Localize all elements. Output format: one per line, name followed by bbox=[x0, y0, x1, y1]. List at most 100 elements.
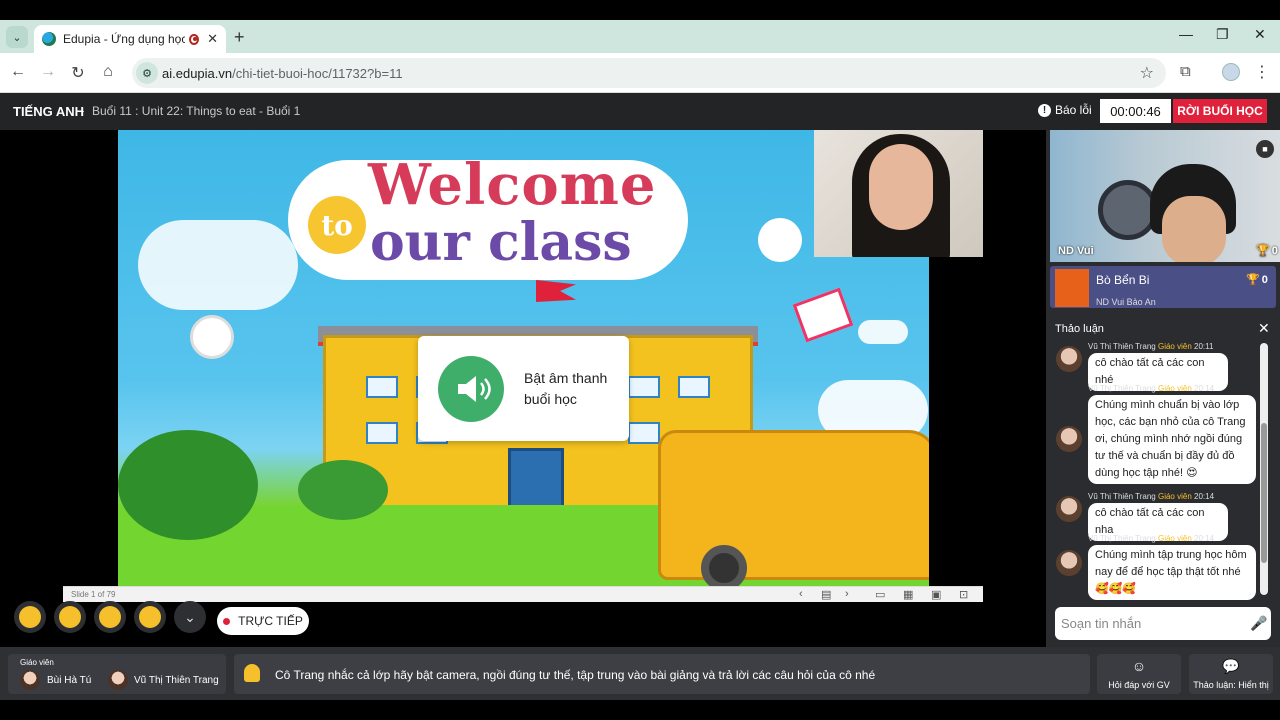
student-face bbox=[1162, 196, 1226, 262]
teacher1-avatar bbox=[20, 670, 40, 690]
live-label: TRỰC TIẾP bbox=[238, 614, 303, 628]
discussion-toggle-button[interactable]: 💬 Thảo luận: Hiển thị bbox=[1189, 654, 1273, 694]
prev-slide-icon[interactable]: ‹ bbox=[799, 588, 803, 600]
slide-controls-bar: Slide 1 of 79 ‹ ▤ › ▭ ▦ ▣ ⊡ bbox=[63, 586, 983, 602]
browser-tab-edupia[interactable]: Edupia - Ứng dụng học Tiế ✕ bbox=[34, 25, 226, 53]
teacher-video bbox=[814, 130, 983, 257]
book-icon bbox=[792, 287, 854, 343]
tab-search-chevron-icon[interactable]: ⌄ bbox=[6, 26, 28, 48]
school-door bbox=[508, 448, 564, 510]
report-label: Báo lỗi bbox=[1055, 103, 1092, 117]
chat-close-icon[interactable]: ✕ bbox=[1258, 320, 1270, 337]
teacher2-avatar bbox=[108, 670, 128, 690]
window-close-icon[interactable]: ✕ bbox=[1254, 26, 1266, 43]
school-window bbox=[366, 376, 398, 398]
reaction-heart-eyes-button[interactable] bbox=[94, 601, 126, 633]
message-bubble: Chúng mình chuẩn bị vào lớp học, các bạn… bbox=[1088, 395, 1256, 484]
slide-welcome-text: Welcome bbox=[368, 152, 657, 218]
right-panel: ■ ND Vui 🏆 0 Bò Bển Bi 🏆 0 ND Vui Bảo An T… bbox=[1046, 130, 1280, 647]
student-video: ■ ND Vui 🏆 0 bbox=[1050, 130, 1280, 262]
address-bar[interactable]: ⚙ ai.edupia.vn/chi-tiet-buoi-hoc/11732?b… bbox=[132, 58, 1166, 88]
slide-our-class-text: our class bbox=[370, 212, 632, 273]
reload-icon[interactable]: ↻ bbox=[68, 63, 88, 83]
ask-teacher-button[interactable]: ☺ Hỏi đáp với GV bbox=[1097, 654, 1181, 694]
back-arrow-icon[interactable]: ← bbox=[8, 63, 28, 81]
discussion-toggle-label: Thảo luận: Hiển thị bbox=[1193, 680, 1269, 690]
school-flag bbox=[536, 280, 576, 302]
speaker-icon[interactable] bbox=[438, 356, 504, 422]
school-window bbox=[678, 376, 710, 398]
teacher-notice: Cô Trang nhắc cả lớp hãy bật camera, ngồ… bbox=[234, 654, 1090, 694]
reaction-smile-button[interactable] bbox=[134, 601, 166, 633]
school-window bbox=[628, 422, 660, 444]
bus-wheel bbox=[701, 545, 747, 586]
browser-tab-strip: ⌄ Edupia - Ứng dụng học Tiế ✕ + — ❐ ✕ bbox=[0, 20, 1280, 53]
bookmark-star-icon[interactable]: ☆ bbox=[1140, 63, 1154, 83]
paint-palette-icon bbox=[758, 218, 802, 262]
view-normal-icon[interactable]: ▭ bbox=[875, 588, 885, 601]
live-indicator: TRỰC TIẾP bbox=[217, 607, 309, 635]
view-grid-icon[interactable]: ▦ bbox=[903, 588, 913, 601]
chat-compose: 🎤 bbox=[1055, 607, 1271, 640]
slide-menu-icon[interactable]: ▤ bbox=[821, 588, 831, 601]
message-meta: Vũ Thị Thiên Trang Giáo viên 20:14 bbox=[1088, 384, 1215, 393]
grinning-face-icon bbox=[59, 606, 81, 628]
header-separator: - bbox=[80, 103, 85, 118]
new-tab-plus-icon[interactable]: + bbox=[234, 27, 245, 48]
more-reactions-chevron-icon[interactable]: ⌄ bbox=[174, 601, 206, 633]
scroll-thumb[interactable] bbox=[1261, 423, 1267, 563]
tab-close-icon[interactable]: ✕ bbox=[207, 31, 218, 47]
school-window bbox=[366, 422, 398, 444]
profile-avatar[interactable] bbox=[1222, 63, 1240, 81]
url-path: /chi-tiet-buoi-hoc/11732?b=11 bbox=[232, 66, 403, 81]
reaction-neutral-button[interactable] bbox=[14, 601, 46, 633]
reaction-grin-button[interactable] bbox=[54, 601, 86, 633]
enable-sound-prompt[interactable]: Bật âm thanh buổi học bbox=[418, 336, 629, 441]
message-input[interactable] bbox=[1061, 613, 1241, 633]
browser-menu-icon[interactable]: ⋮ bbox=[1254, 62, 1270, 82]
view-reading-icon[interactable]: ▣ bbox=[931, 588, 941, 601]
cloud-small bbox=[858, 320, 908, 344]
teacher1-name: Bùi Hà Tú bbox=[47, 675, 92, 686]
site-info-icon[interactable]: ⚙ bbox=[136, 62, 158, 84]
url-text: ai.edupia.vn/chi-tiet-buoi-hoc/11732?b=1… bbox=[162, 66, 403, 81]
message-meta: Vũ Thị Thiên Trang Giáo viên 20:11 bbox=[1088, 342, 1214, 351]
to-badge: to bbox=[308, 196, 366, 254]
lesson-title: Buổi 11 : Unit 22: Things to eat - Buổi … bbox=[92, 104, 301, 118]
clock-icon bbox=[190, 315, 234, 359]
home-icon[interactable]: ⌂ bbox=[98, 63, 118, 81]
report-error-button[interactable]: ! Báo lỗi bbox=[1038, 103, 1092, 117]
window-restore-icon[interactable]: ❐ bbox=[1216, 26, 1229, 43]
leave-class-button[interactable]: RỜI BUỔI HỌC bbox=[1173, 99, 1267, 123]
presentation-area: to Welcome our class Bật âm thanh buổi h… bbox=[0, 130, 1046, 647]
bush-left bbox=[118, 430, 258, 540]
live-dot-icon bbox=[223, 617, 231, 625]
next-slide-icon[interactable]: › bbox=[845, 588, 849, 600]
chat-bubbles-icon: 💬 bbox=[1222, 658, 1240, 674]
bottom-bar: Giáo viên Bùi Hà Tú Vũ Thị Thiên Trang C… bbox=[0, 647, 1280, 700]
student-name: ND Vui bbox=[1058, 245, 1094, 257]
team-avatar bbox=[1055, 269, 1089, 307]
recording-indicator-icon bbox=[189, 33, 200, 45]
teachers-label: Giáo viên bbox=[20, 658, 54, 667]
chat-messages: Vũ Thị Thiên Trang Giáo viên 20:11 cô ch… bbox=[1050, 340, 1276, 600]
bell-icon bbox=[244, 664, 260, 682]
browser-toolbar: ← → ↻ ⌂ ⚙ ai.edupia.vn/chi-tiet-buoi-hoc… bbox=[0, 53, 1280, 93]
extensions-puzzle-icon[interactable]: ⧉ bbox=[1180, 63, 1191, 80]
forward-arrow-icon[interactable]: → bbox=[38, 63, 58, 81]
view-slideshow-icon[interactable]: ⊡ bbox=[959, 588, 968, 601]
teacher2-name: Vũ Thị Thiên Trang bbox=[134, 675, 219, 686]
edupia-favicon-icon bbox=[42, 32, 56, 46]
message-meta: Vũ Thị Thiên Trang Giáo viên 20:14 bbox=[1088, 534, 1215, 543]
ask-teacher-label: Hỏi đáp với GV bbox=[1108, 680, 1170, 690]
camera-icon[interactable]: ■ bbox=[1256, 140, 1274, 158]
background-fan bbox=[1098, 180, 1158, 240]
alert-icon: ! bbox=[1038, 103, 1051, 117]
window-minimize-icon[interactable]: — bbox=[1179, 26, 1193, 42]
teachers-box: Giáo viên Bùi Hà Tú Vũ Thị Thiên Trang bbox=[8, 654, 226, 694]
smiling-face-icon bbox=[139, 606, 161, 628]
url-host: ai.edupia.vn bbox=[162, 66, 233, 81]
chat-scrollbar[interactable] bbox=[1260, 343, 1268, 595]
microphone-icon[interactable]: 🎤 bbox=[1250, 615, 1267, 632]
team-card: Bò Bển Bi 🏆 0 ND Vui Bảo An bbox=[1050, 266, 1276, 308]
